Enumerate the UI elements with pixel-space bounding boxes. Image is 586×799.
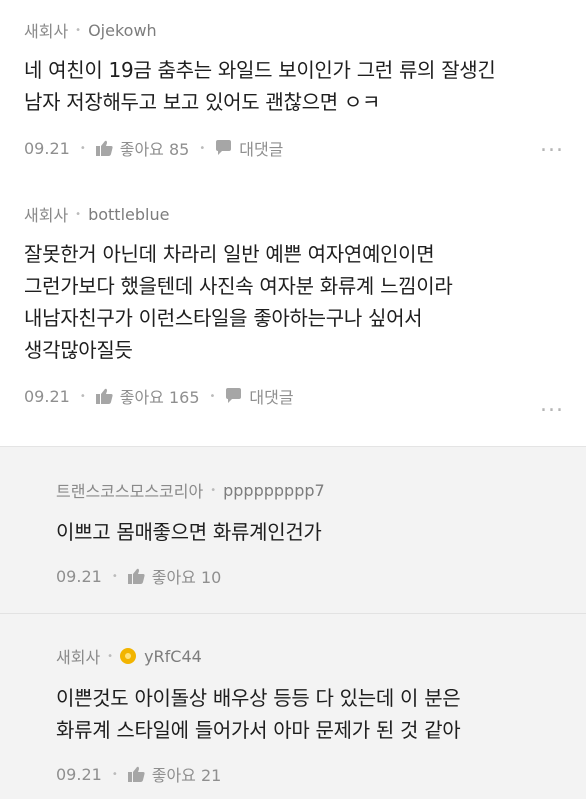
like-count: 좋아요 165 bbox=[119, 388, 200, 407]
like-button[interactable]: 좋아요 10 bbox=[127, 564, 222, 588]
comment-text-line: 생각많아질듯 bbox=[24, 338, 133, 362]
author-username[interactable]: ppppppppp7 bbox=[223, 481, 325, 500]
reply-text-line: 이쁘고 몸매좋으면 화류계인건가 bbox=[56, 520, 322, 544]
reply-actions: 09.21 • 좋아요 21 bbox=[56, 762, 562, 786]
speech-bubble-icon bbox=[226, 388, 242, 403]
speech-bubble-icon bbox=[216, 140, 232, 155]
separator-dot: • bbox=[79, 142, 86, 154]
author-company[interactable]: 트랜스코스모스코리아 bbox=[56, 478, 203, 502]
author-company[interactable]: 새회사 bbox=[24, 202, 68, 226]
comment-meta: 새회사 • Ojekowh bbox=[24, 18, 562, 42]
separator-dot: • bbox=[111, 768, 118, 780]
thumbs-up-icon bbox=[127, 766, 145, 782]
comment: 새회사 • bottleblue 잘못한거 아닌데 차라리 일반 예쁜 여자연예… bbox=[0, 190, 586, 446]
comment-text-line: 내남자친구가 이런스타일을 좋아하는구나 싶어서 bbox=[24, 306, 423, 330]
reply-comment: 트랜스코스모스코리아 • ppppppppp7 이쁘고 몸매좋으면 화류계인건가… bbox=[0, 447, 586, 614]
comment-meta: 새회사 • bottleblue bbox=[24, 202, 562, 226]
separator-dot: • bbox=[199, 142, 206, 154]
like-count: 좋아요 21 bbox=[151, 766, 222, 785]
separator-dot: • bbox=[75, 24, 82, 36]
more-options-icon[interactable]: ... bbox=[540, 134, 564, 156]
comment-text-line: 남자 저장해두고 보고 있어도 괜찮으면 ㅇㅋ bbox=[24, 90, 381, 114]
more-options-icon[interactable]: ... bbox=[540, 394, 564, 416]
reply-button[interactable]: 대댓글 bbox=[215, 136, 283, 160]
like-button[interactable]: 좋아요 85 bbox=[95, 136, 190, 160]
separator-dot: • bbox=[111, 570, 118, 582]
reply-comment: 새회사 • yRfC44 이쁜것도 아이돌상 배우상 등등 다 있는데 이 분은… bbox=[0, 614, 586, 786]
separator-dot: • bbox=[79, 390, 86, 402]
reply-text-line: 이쁜것도 아이돌상 배우상 등등 다 있는데 이 분은 bbox=[56, 686, 461, 710]
comment-text-line: 네 여친이 19금 춤추는 와일드 보이인가 그런 류의 잘생긴 bbox=[24, 58, 496, 82]
like-count: 좋아요 85 bbox=[119, 140, 190, 159]
comment-text: 네 여친이 19금 춤추는 와일드 보이인가 그런 류의 잘생긴 남자 저장해두… bbox=[24, 54, 562, 118]
thumbs-up-icon bbox=[95, 140, 113, 156]
separator-dot: • bbox=[75, 208, 82, 220]
author-username[interactable]: Ojekowh bbox=[88, 21, 157, 40]
author-company[interactable]: 새회사 bbox=[56, 644, 100, 668]
reply-meta: 새회사 • yRfC44 bbox=[56, 644, 562, 668]
reply-meta: 트랜스코스모스코리아 • ppppppppp7 bbox=[56, 478, 562, 502]
comment-text-line: 잘못한거 아닌데 차라리 일반 예쁜 여자연예인이면 bbox=[24, 242, 435, 266]
author-username[interactable]: yRfC44 bbox=[144, 647, 202, 666]
comment-actions: 09.21 • 좋아요 85 • 대댓글 bbox=[24, 136, 562, 160]
comment: 새회사 • Ojekowh 네 여친이 19금 춤추는 와일드 보이인가 그런 … bbox=[0, 0, 586, 190]
like-button[interactable]: 좋아요 21 bbox=[127, 762, 222, 786]
reply-label: 대댓글 bbox=[239, 140, 284, 159]
comment-date: 09.21 bbox=[24, 386, 70, 406]
reply-text: 이쁘고 몸매좋으면 화류계인건가 bbox=[56, 516, 562, 548]
user-badge-icon bbox=[120, 648, 137, 664]
reply-label: 대댓글 bbox=[249, 388, 294, 407]
author-username[interactable]: bottleblue bbox=[88, 205, 169, 224]
separator-dot: • bbox=[209, 390, 216, 402]
comment-text-line: 그런가보다 했을텐데 사진속 여자분 화류계 느낌이라 bbox=[24, 274, 453, 298]
separator-dot: • bbox=[107, 650, 114, 662]
reply-text: 이쁜것도 아이돌상 배우상 등등 다 있는데 이 분은 화류계 스타일에 들어가… bbox=[56, 682, 562, 746]
separator-dot: • bbox=[210, 484, 217, 496]
comment-actions: 09.21 • 좋아요 165 • 대댓글 bbox=[24, 384, 562, 408]
comment-text: 잘못한거 아닌데 차라리 일반 예쁜 여자연예인이면 그런가보다 했을텐데 사진… bbox=[24, 238, 562, 366]
reply-text-line: 화류계 스타일에 들어가서 아마 문제가 된 것 같아 bbox=[56, 718, 461, 742]
comment-date: 09.21 bbox=[24, 138, 70, 158]
thumbs-up-icon bbox=[127, 568, 145, 584]
author-company[interactable]: 새회사 bbox=[24, 18, 68, 42]
like-button[interactable]: 좋아요 165 bbox=[95, 384, 200, 408]
reply-button[interactable]: 대댓글 bbox=[225, 384, 294, 408]
thumbs-up-icon bbox=[95, 388, 113, 404]
reply-date: 09.21 bbox=[56, 764, 102, 784]
reply-date: 09.21 bbox=[56, 566, 102, 586]
like-count: 좋아요 10 bbox=[151, 568, 222, 587]
reply-actions: 09.21 • 좋아요 10 bbox=[56, 564, 562, 588]
replies-section: 트랜스코스모스코리아 • ppppppppp7 이쁘고 몸매좋으면 화류계인건가… bbox=[0, 446, 586, 799]
